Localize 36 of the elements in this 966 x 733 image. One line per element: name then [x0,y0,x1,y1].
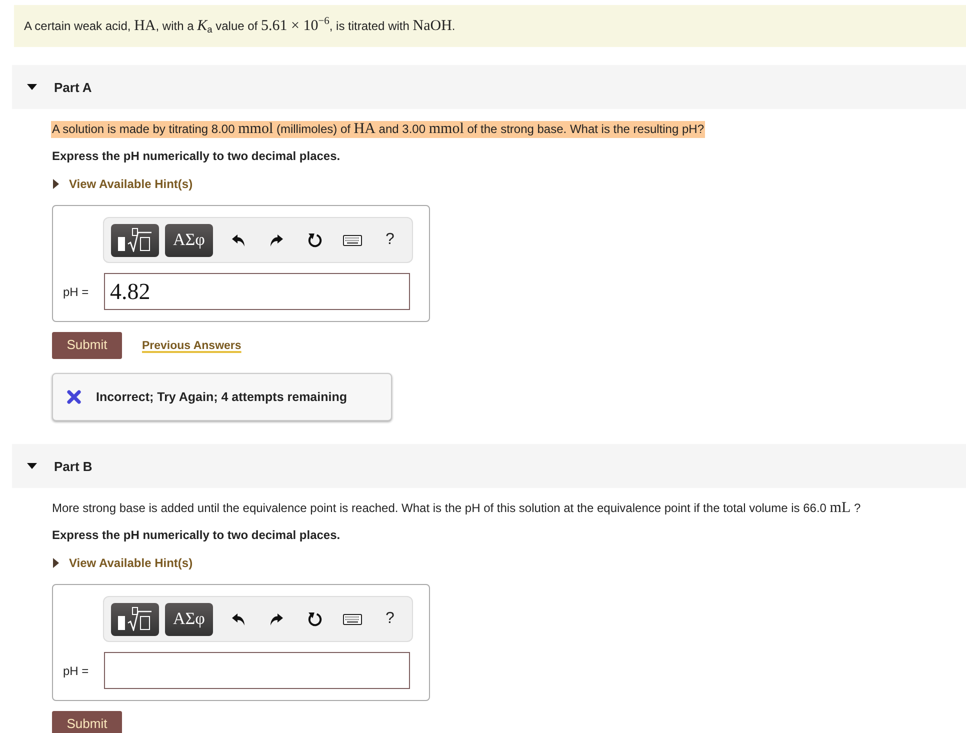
instruction-text: Express the pH numerically to two decimal places. [52,527,342,543]
feedback-text: Incorrect; Try Again; 4 attempts remaining [96,390,347,404]
help-button[interactable]: ? [386,610,394,628]
instruction-text: Express the pH numerically to two decimal places. [52,148,342,164]
answer-label: pH = [63,284,90,298]
reset-icon[interactable] [306,232,322,248]
template-button[interactable] [111,224,159,256]
template-button[interactable] [111,602,159,636]
hint-link[interactable]: View Available Hint(s) [52,176,193,192]
intro-text: A certain weak acid, HA, with a K$_{a}$ value of 5.61 × 10$^{−6}$, is titrated with NaOH. [24,17,456,35]
cross-icon [67,390,81,404]
redo-icon[interactable] [270,612,282,626]
undo-icon[interactable] [232,234,244,246]
keyboard-icon[interactable] [342,234,362,246]
question-text: A solution is made by titrating 8.00 mmol (millimoles) of HA and 3.00 mmol of the strong base. What is the resulting pH? [51,121,706,138]
part-title: Part B [54,458,92,474]
radical-template-icon [118,228,152,252]
symbols-button[interactable]: ΑΣφ [165,224,213,256]
submit-button[interactable]: Submit [52,711,122,733]
part-header[interactable]: Part B [12,444,966,488]
symbols-button[interactable]: ΑΣφ [165,602,213,636]
reset-icon[interactable] [306,611,322,627]
previous-answers-link[interactable]: Previous Answers [142,340,242,352]
answer-label: pH = [63,664,90,678]
help-button[interactable]: ? [386,231,394,249]
question-text: More strong base is added until the equivalence point is reached. What is the pH of this solution at the equivalence point if the total volume is 66.0 mL ? [51,500,862,517]
part-header[interactable]: Part A [12,65,966,109]
part-title: Part A [54,80,92,94]
radical-template-icon [118,607,152,631]
submit-button[interactable]: Submit [52,332,122,359]
undo-icon[interactable] [232,612,244,626]
hint-link[interactable]: View Available Hint(s) [52,555,193,571]
answer-field[interactable] [104,652,410,689]
answer-field[interactable]: 4.82 [104,273,410,310]
keyboard-icon[interactable] [342,614,362,624]
redo-icon[interactable] [270,234,282,246]
